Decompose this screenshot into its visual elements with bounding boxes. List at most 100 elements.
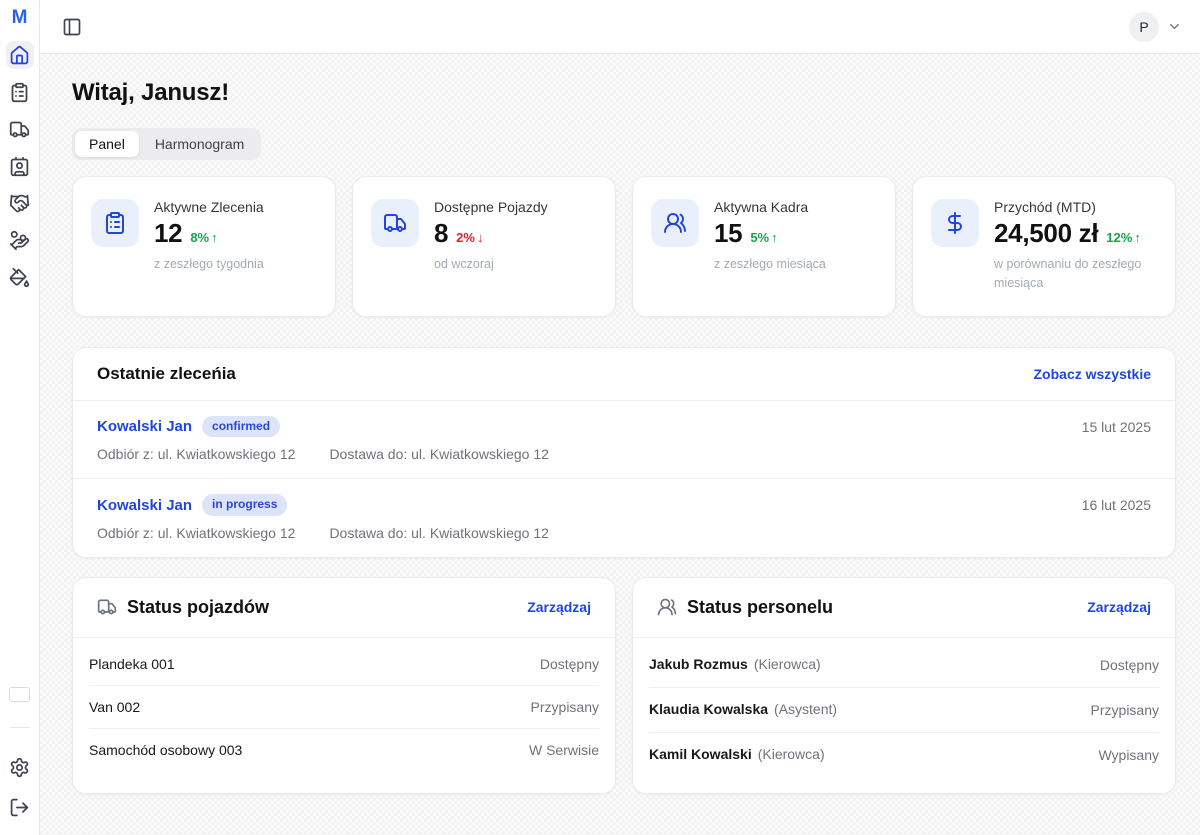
vehicle-row: Plandeka 001 Dostępny <box>89 643 599 686</box>
order-row[interactable]: Kowalski Jan in progress Odbiór z: ul. K… <box>73 478 1175 557</box>
dollar-sign-icon <box>931 199 979 247</box>
user-menu[interactable]: P <box>1129 12 1182 42</box>
order-delivery-address: Dostawa do: ul. Kwiatkowskiego 12 <box>329 446 548 462</box>
sidebar-divider <box>10 727 30 728</box>
contact-card-icon <box>9 156 30 177</box>
vehicle-name: Samochód osobowy 003 <box>89 742 242 758</box>
personnel-row: Jakub Rozmus (Kierowca) Dostępny <box>649 643 1159 688</box>
status-cards-grid: Status pojazdów Zarządzaj Plandeka 001 D… <box>72 577 1176 794</box>
order-date: 15 lut 2025 <box>1082 419 1151 435</box>
stat-subtext: od wczoraj <box>434 255 548 274</box>
trend-percent: 12% <box>1106 230 1132 245</box>
trend-percent: 8% <box>190 230 209 245</box>
handshake-icon <box>9 193 30 214</box>
trend-percent: 5% <box>750 230 769 245</box>
logout-button[interactable] <box>6 793 34 821</box>
stat-card-active-orders: Aktywne Zlecenia 12 8% ↑ z zeszłego tygo… <box>72 176 336 317</box>
recent-orders-title: Ostatnie zleceńia <box>97 364 236 384</box>
stat-value: 12 <box>154 218 182 249</box>
personnel-row: Klaudia Kowalska (Asystent) Przypisany <box>649 688 1159 733</box>
order-pickup-address: Odbiór z: ul. Kwiatkowskiego 12 <box>97 446 295 462</box>
vehicle-status: Przypisany <box>531 699 599 715</box>
stat-label: Przychód (MTD) <box>994 199 1157 215</box>
tab-harmonogram[interactable]: Harmonogram <box>141 131 258 157</box>
clipboard-list-icon <box>91 199 139 247</box>
personnel-status-title: Status personelu <box>687 597 833 618</box>
topbar: P <box>40 0 1200 54</box>
person-status: Przypisany <box>1091 702 1159 718</box>
order-status-badge: confirmed <box>202 416 280 438</box>
stat-trend: 2% ↓ <box>456 230 483 245</box>
stat-label: Aktywne Zlecenia <box>154 199 264 215</box>
sidebar-item-clients[interactable] <box>6 189 34 217</box>
sidebar-nav <box>6 41 34 291</box>
stat-card-available-vehicles: Dostępne Pojazdy 8 2% ↓ od wczoraj <box>352 176 616 317</box>
users-icon <box>651 199 699 247</box>
stat-subtext: w porównaniu do zeszłego miesiąca <box>994 255 1157 294</box>
truck-icon <box>371 199 419 247</box>
person-role: (Asystent) <box>774 701 837 717</box>
person-name: Jakub Rozmus <box>649 656 748 672</box>
vehicle-row: Samochód osobowy 003 W Serwisie <box>89 729 599 771</box>
vehicle-row: Van 002 Przypisany <box>89 686 599 729</box>
stat-trend: 5% ↑ <box>750 230 777 245</box>
chevron-down-icon <box>1167 19 1182 34</box>
main-content: Witaj, Janusz! Panel Harmonogram Aktywne… <box>40 54 1200 835</box>
person-name: Klaudia Kowalska <box>649 701 768 717</box>
order-status-badge: in progress <box>202 494 287 516</box>
stat-value: 8 <box>434 218 448 249</box>
vehicle-name: Plandeka 001 <box>89 656 175 672</box>
truck-icon <box>9 119 30 140</box>
sidebar-item-finance[interactable] <box>6 226 34 254</box>
person-name: Kamil Kowalski <box>649 746 752 762</box>
trend-arrow-icon: ↓ <box>477 230 484 245</box>
order-customer-link[interactable]: Kowalski Jan <box>97 497 192 514</box>
sidebar-item-services[interactable] <box>6 263 34 291</box>
tab-panel[interactable]: Panel <box>75 131 139 157</box>
hand-coins-icon <box>9 230 30 251</box>
app-logo: M <box>12 8 28 27</box>
recent-orders-card: Ostatnie zleceńia Zobacz wszystkie Kowal… <box>72 347 1176 558</box>
users-icon <box>657 597 677 617</box>
view-all-link[interactable]: Zobacz wszystkie <box>1034 366 1152 382</box>
stat-card-active-staff: Aktywna Kadra 15 5% ↑ z zeszłego miesiąc… <box>632 176 896 317</box>
trend-percent: 2% <box>456 230 475 245</box>
sidebar-item-orders[interactable] <box>6 78 34 106</box>
vehicle-status: Dostępny <box>540 656 599 672</box>
person-status: Dostępny <box>1100 657 1159 673</box>
stat-trend: 8% ↑ <box>190 230 217 245</box>
manage-personnel-link[interactable]: Zarządzaj <box>1087 599 1151 615</box>
manage-vehicles-link[interactable]: Zarządzaj <box>527 599 591 615</box>
stats-grid: Aktywne Zlecenia 12 8% ↑ z zeszłego tygo… <box>72 176 1176 317</box>
gear-icon <box>9 757 30 778</box>
vehicle-status-card: Status pojazdów Zarządzaj Plandeka 001 D… <box>72 577 616 794</box>
stat-value: 24,500 zł <box>994 218 1098 249</box>
panel-left-icon <box>62 17 82 37</box>
trend-arrow-icon: ↑ <box>1134 230 1141 245</box>
settings-button[interactable] <box>6 753 34 781</box>
app-root: M <box>0 0 1200 835</box>
paint-bucket-icon <box>9 267 30 288</box>
sidebar: M <box>0 0 40 835</box>
avatar[interactable]: P <box>1129 12 1159 42</box>
person-role: (Kierowca) <box>758 746 825 762</box>
vehicle-status: W Serwisie <box>529 742 599 758</box>
view-tabs: Panel Harmonogram <box>72 128 261 160</box>
trend-arrow-icon: ↑ <box>211 230 218 245</box>
order-customer-link[interactable]: Kowalski Jan <box>97 418 192 435</box>
order-row[interactable]: Kowalski Jan confirmed Odbiór z: ul. Kwi… <box>73 400 1175 479</box>
sidebar-toggle-button[interactable] <box>62 17 82 37</box>
sidebar-item-staff[interactable] <box>6 152 34 180</box>
sidebar-item-home[interactable] <box>6 41 34 69</box>
logout-icon <box>9 797 30 818</box>
person-status: Wypisany <box>1098 747 1159 763</box>
sidebar-item-vehicles[interactable] <box>6 115 34 143</box>
order-delivery-address: Dostawa do: ul. Kwiatkowskiego 12 <box>329 525 548 541</box>
stat-trend: 12% ↑ <box>1106 230 1141 245</box>
stat-label: Aktywna Kadra <box>714 199 826 215</box>
home-icon <box>9 45 30 66</box>
sidebar-bottom <box>6 687 34 821</box>
person-role: (Kierowca) <box>754 656 821 672</box>
language-flag-poland[interactable] <box>9 687 30 702</box>
stat-label: Dostępne Pojazdy <box>434 199 548 215</box>
